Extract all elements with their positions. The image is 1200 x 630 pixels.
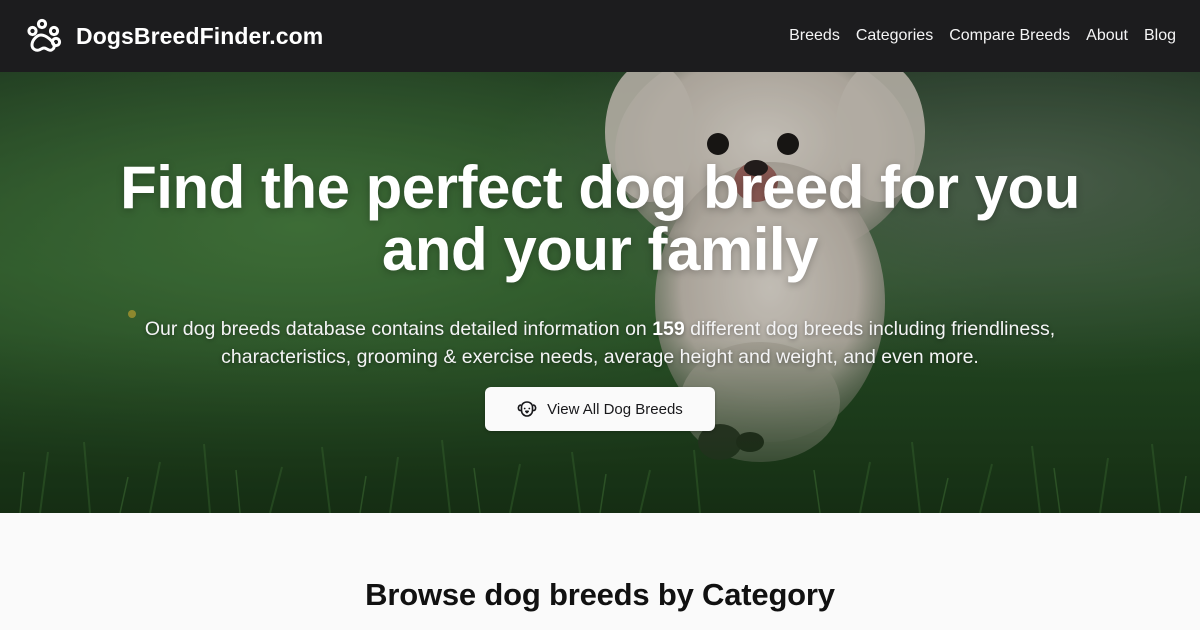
nav-link-categories[interactable]: Categories [856, 21, 933, 51]
hero-content: Find the perfect dog breed for you and y… [0, 72, 1200, 513]
brand-logo-link[interactable]: DogsBreedFinder.com [24, 16, 323, 56]
view-all-dog-breeds-label: View All Dog Breeds [547, 400, 683, 418]
breed-count: 159 [652, 318, 685, 340]
paw-print-icon [24, 16, 64, 56]
hero-description: Our dog breeds database contains detaile… [110, 315, 1090, 371]
nav-link-compare-breeds[interactable]: Compare Breeds [949, 21, 1070, 51]
nav-link-about[interactable]: About [1086, 21, 1128, 51]
browse-categories-section: Browse dog breeds by Category [0, 513, 1200, 630]
view-all-dog-breeds-button[interactable]: View All Dog Breeds [485, 387, 715, 431]
nav-link-blog[interactable]: Blog [1144, 21, 1176, 51]
top-navbar: DogsBreedFinder.com Breeds Categories Co… [0, 0, 1200, 72]
browse-categories-title: Browse dog breeds by Category [365, 577, 835, 612]
brand-name: DogsBreedFinder.com [76, 22, 324, 49]
dog-face-icon [517, 399, 537, 419]
hero-title: Find the perfect dog breed for you and y… [120, 154, 1080, 283]
main-nav: Breeds Categories Compare Breeds About B… [789, 21, 1176, 51]
hero-description-part-1: Our dog breeds database contains detaile… [144, 318, 653, 340]
hero-section: Find the perfect dog breed for you and y… [0, 72, 1200, 513]
nav-link-breeds[interactable]: Breeds [789, 21, 840, 51]
